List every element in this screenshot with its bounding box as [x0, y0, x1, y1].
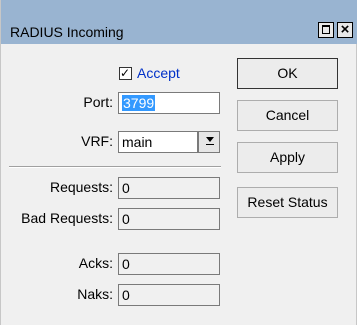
acks-label: Acks: — [78, 255, 113, 271]
cancel-button[interactable]: Cancel — [237, 100, 338, 131]
close-button[interactable]: × — [337, 21, 353, 38]
bad-requests-field: 0 — [118, 208, 220, 230]
port-label: Port: — [83, 94, 113, 110]
acks-field: 0 — [118, 253, 220, 275]
vrf-select[interactable]: main — [118, 131, 198, 153]
maximize-button[interactable] — [318, 22, 334, 38]
port-value: 3799 — [122, 95, 156, 111]
vrf-dropdown-button[interactable] — [198, 131, 220, 153]
close-icon: × — [340, 21, 350, 38]
bad-requests-value: 0 — [122, 211, 130, 227]
title-bar[interactable]: RADIUS Incoming × — [1, 0, 357, 44]
vrf-label: VRF: — [81, 133, 113, 149]
naks-field: 0 — [118, 284, 220, 306]
dropdown-arrow-icon — [206, 137, 214, 142]
naks-value: 0 — [122, 287, 130, 303]
check-icon: ✓ — [120, 66, 131, 80]
requests-label: Requests: — [49, 179, 113, 195]
accept-label[interactable]: Accept — [137, 65, 180, 81]
port-field[interactable]: 3799 — [118, 92, 220, 114]
bad-requests-label: Bad Requests: — [21, 210, 113, 226]
maximize-icon — [322, 25, 330, 34]
requests-field: 0 — [118, 177, 220, 199]
window-title: RADIUS Incoming — [10, 24, 124, 40]
acks-value: 0 — [122, 256, 130, 272]
apply-button[interactable]: Apply — [237, 142, 338, 173]
requests-value: 0 — [122, 180, 130, 196]
accept-checkbox[interactable]: ✓ — [119, 66, 132, 80]
naks-label: Naks: — [77, 286, 113, 302]
reset-status-button[interactable]: Reset Status — [237, 187, 338, 218]
vrf-value: main — [122, 134, 153, 150]
ok-button[interactable]: OK — [237, 58, 338, 89]
radius-incoming-window: RADIUS Incoming × ✓ Accept Port: 3799 VR… — [0, 0, 357, 325]
separator — [9, 166, 221, 168]
